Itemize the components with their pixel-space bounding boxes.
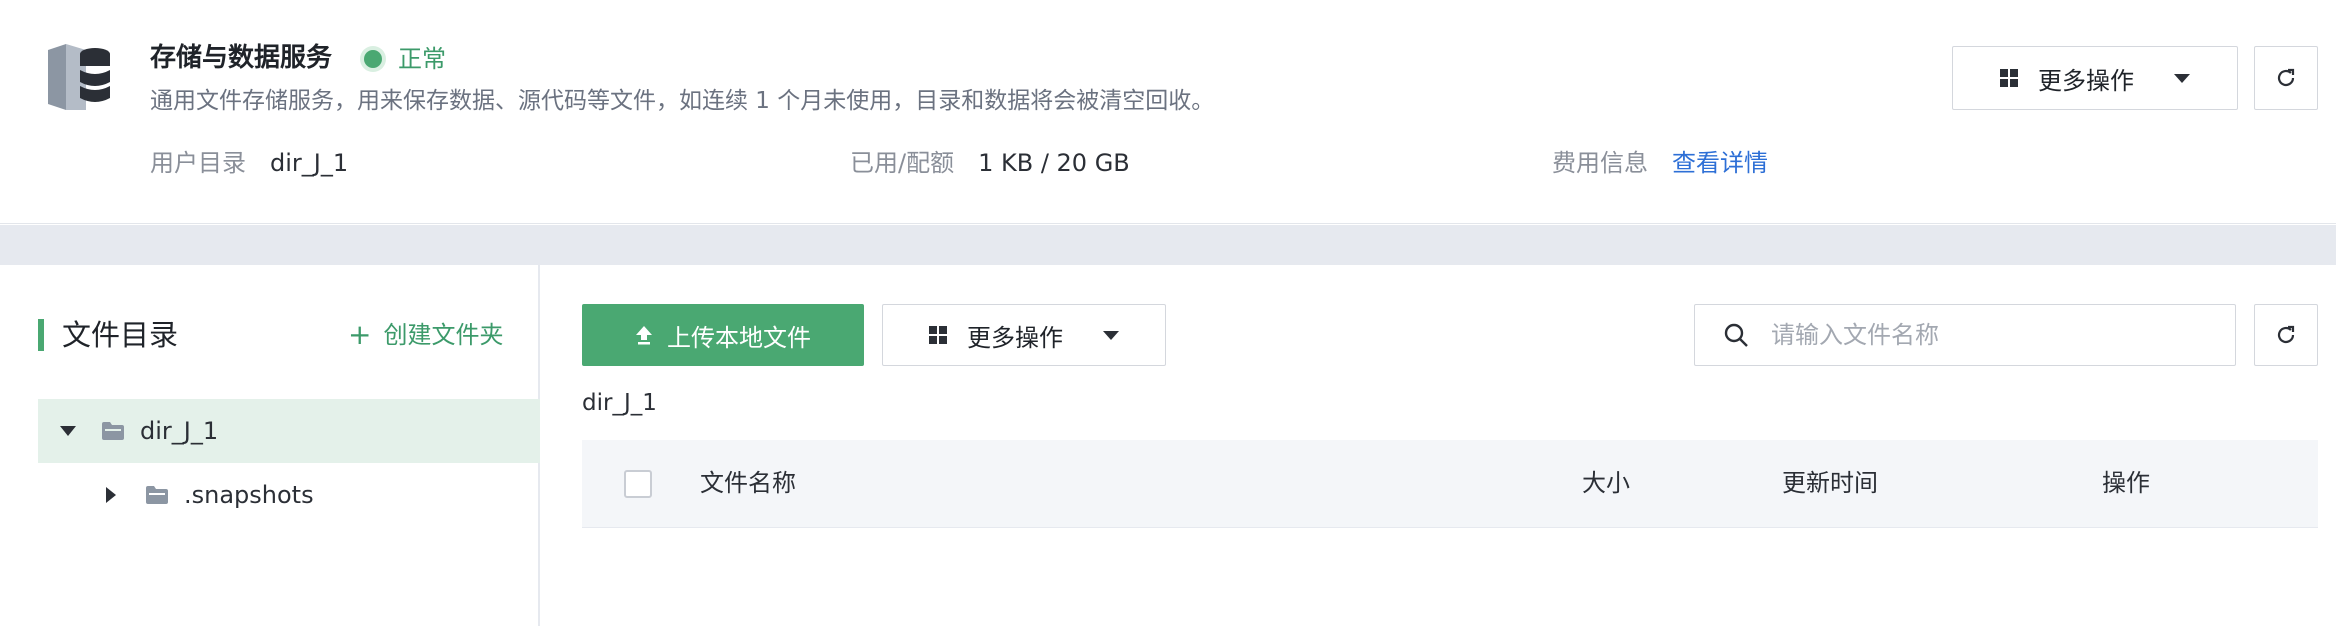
header-refresh-button[interactable]	[2254, 46, 2318, 110]
file-table-header: 文件名称 大小 更新时间 操作	[582, 440, 2318, 528]
title-accent-bar	[38, 319, 44, 351]
status-text: 正常	[398, 45, 446, 73]
search-icon	[1724, 323, 1748, 347]
tree-item-snapshots[interactable]: .snapshots	[38, 463, 540, 527]
directory-sidebar: 文件目录 + 创建文件夹 dir_J_1 .snapshots	[0, 265, 540, 626]
caret-down-icon	[1103, 330, 1119, 340]
grid-icon	[2000, 69, 2018, 87]
user-dir-value: dir_J_1	[270, 149, 349, 177]
create-folder-label: 创建文件夹	[383, 321, 504, 349]
plus-icon: +	[348, 318, 372, 351]
fee-label: 费用信息	[1552, 149, 1648, 177]
service-description: 通用文件存储服务，用来保存数据、源代码等文件，如连续 1 个月未使用，目录和数据…	[150, 88, 1215, 114]
file-list-refresh-button[interactable]	[2254, 304, 2318, 366]
refresh-icon	[2277, 325, 2295, 344]
tree-item-label: .snapshots	[184, 481, 314, 509]
caret-down-icon	[2174, 73, 2190, 83]
fee-info: 费用信息 查看详情	[1552, 146, 1768, 180]
tree-item-dir-j-1[interactable]: dir_J_1	[38, 399, 540, 463]
select-all-checkbox[interactable]	[624, 470, 652, 498]
upload-label: 上传本地文件	[667, 323, 811, 352]
column-header-size: 大小	[1582, 469, 1630, 497]
more-actions-label: 更多操作	[967, 323, 1063, 352]
service-header: 存储与数据服务 正常 通用文件存储服务，用来保存数据、源代码等文件，如连续 1 …	[0, 0, 2336, 224]
upload-local-file-button[interactable]: 上传本地文件	[582, 304, 864, 366]
column-header-updated: 更新时间	[1782, 469, 1878, 497]
header-more-actions-button[interactable]: 更多操作	[1952, 46, 2238, 110]
status-dot-icon	[364, 50, 382, 68]
breadcrumb: dir_J_1	[582, 390, 657, 416]
folder-icon	[146, 486, 168, 504]
more-actions-label: 更多操作	[2038, 66, 2134, 95]
create-folder-button[interactable]: + 创建文件夹	[348, 317, 503, 353]
column-header-actions: 操作	[2102, 469, 2150, 497]
status-badge: 正常	[364, 42, 446, 76]
grid-icon	[929, 326, 947, 344]
user-dir-info: 用户目录 dir_J_1	[150, 146, 348, 180]
folder-icon	[102, 422, 124, 440]
user-dir-label: 用户目录	[150, 149, 246, 177]
column-header-name: 文件名称	[700, 469, 796, 497]
upload-icon	[636, 326, 652, 345]
tree-item-label: dir_J_1	[140, 417, 219, 445]
expand-arrow-right-icon[interactable]	[106, 487, 116, 503]
search-input[interactable]	[1771, 321, 2211, 349]
service-title: 存储与数据服务	[150, 43, 333, 73]
refresh-icon	[2277, 68, 2295, 87]
expand-arrow-down-icon[interactable]	[60, 426, 76, 436]
database-storage-icon	[48, 44, 110, 110]
quota-value: 1 KB / 20 GB	[978, 149, 1130, 177]
quota-label: 已用/配额	[850, 149, 955, 177]
sidebar-title: 文件目录	[62, 318, 179, 352]
quota-info: 已用/配额 1 KB / 20 GB	[850, 146, 1130, 180]
section-divider	[0, 225, 2336, 265]
file-search-box[interactable]	[1694, 304, 2236, 366]
toolbar-more-actions-button[interactable]: 更多操作	[882, 304, 1166, 366]
fee-details-link[interactable]: 查看详情	[1672, 146, 1768, 180]
